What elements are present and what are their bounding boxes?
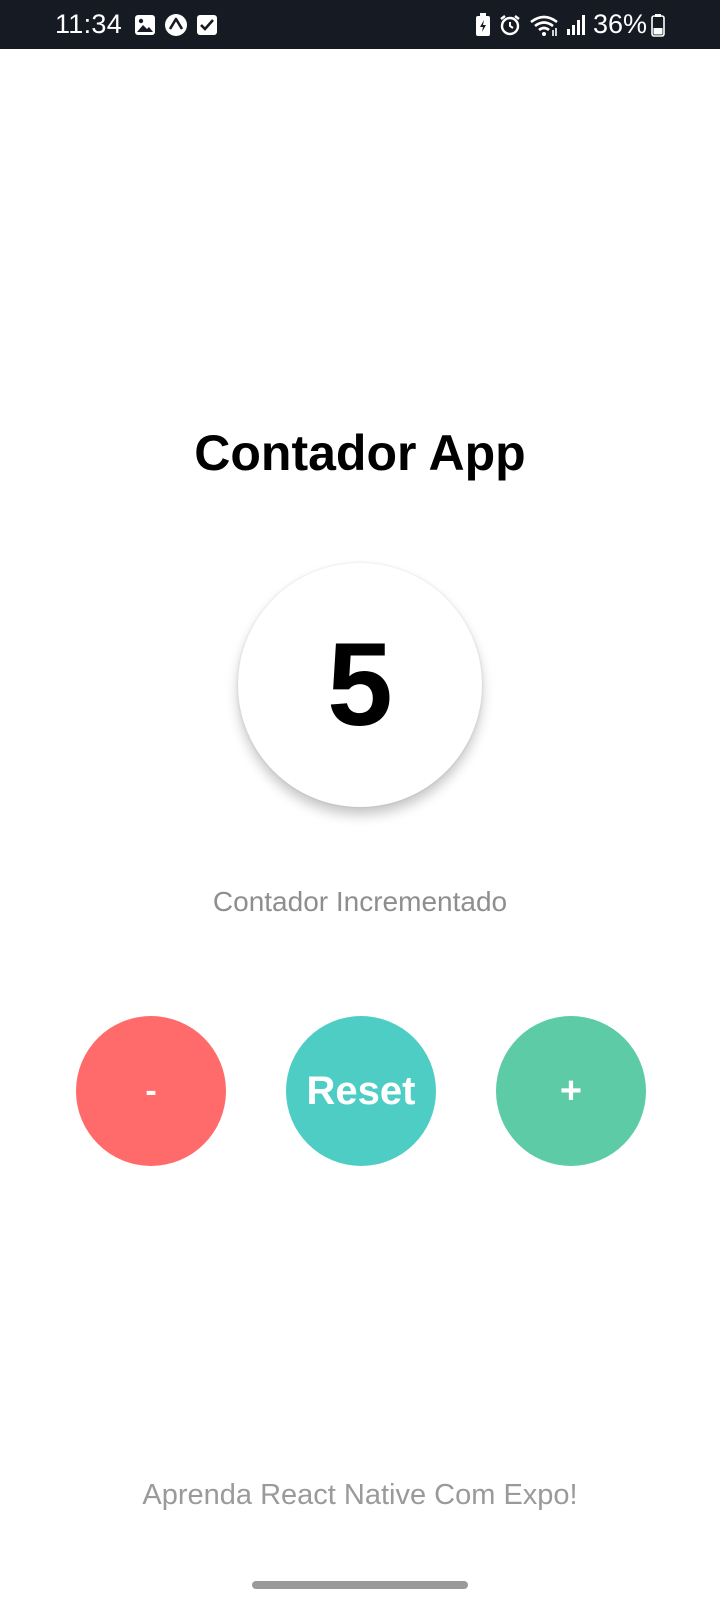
battery-icon bbox=[651, 13, 665, 37]
alarm-icon bbox=[498, 13, 522, 37]
counter-value: 5 bbox=[327, 619, 393, 751]
app-title: Contador App bbox=[194, 425, 526, 481]
footer-text: Aprenda React Native Com Expo! bbox=[142, 1479, 578, 1511]
checkbox-icon bbox=[196, 14, 218, 36]
gallery-icon bbox=[134, 14, 156, 36]
status-bar: 11:34 36% bbox=[0, 0, 720, 49]
reset-button[interactable]: Reset bbox=[286, 1016, 436, 1166]
app-screen: 11:34 36% Contador App 5 Contador Increm… bbox=[0, 0, 720, 1600]
decrement-button[interactable]: - bbox=[76, 1016, 226, 1166]
expo-icon bbox=[164, 13, 188, 37]
status-bar-right: 36% bbox=[475, 9, 672, 40]
status-time: 11:34 bbox=[55, 9, 123, 39]
home-indicator[interactable] bbox=[252, 1581, 468, 1589]
counter-status-message: Contador Incrementado bbox=[212, 886, 508, 917]
signal-icon bbox=[566, 14, 586, 36]
battery-saver-icon bbox=[475, 12, 491, 37]
status-bar-left: 11:34 bbox=[55, 9, 226, 40]
increment-button[interactable]: + bbox=[496, 1016, 646, 1166]
counter-display: 5 bbox=[238, 563, 482, 807]
wifi-icon bbox=[529, 13, 559, 37]
battery-percent: 36% bbox=[592, 9, 647, 39]
